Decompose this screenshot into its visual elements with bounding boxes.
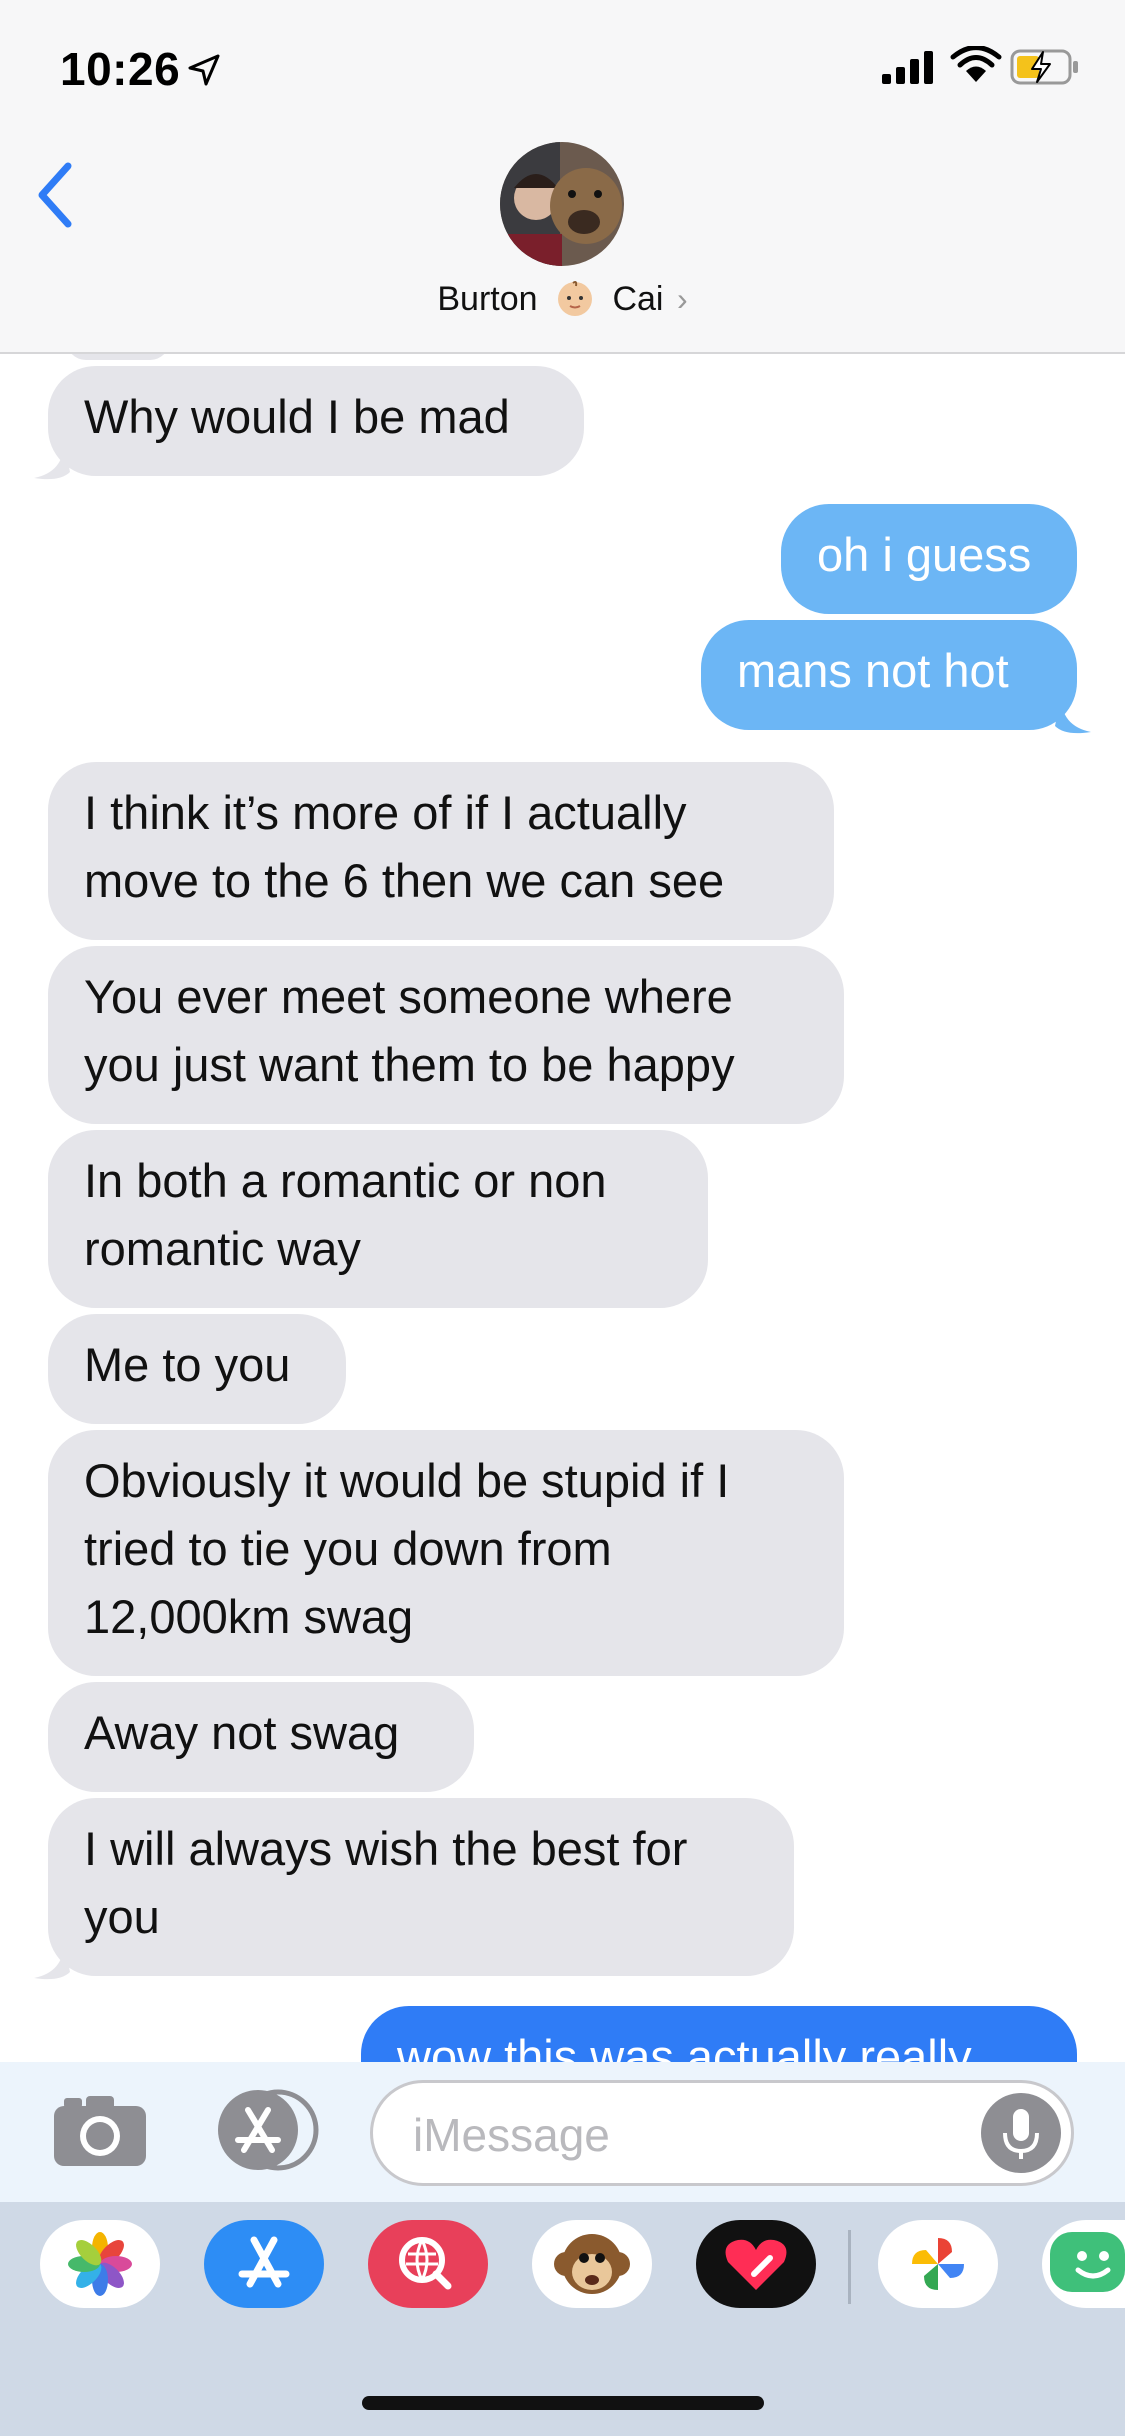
location-arrow-icon: [188, 54, 220, 86]
tray-divider: [848, 2230, 851, 2304]
microphone-icon[interactable]: [981, 2093, 1061, 2173]
composer-bar: [0, 2062, 1125, 2202]
app-store-icon[interactable]: [210, 2088, 320, 2172]
bubble-tail: [1055, 696, 1091, 734]
message-bubble-received[interactable]: Away not swag: [48, 1682, 474, 1792]
contact-name-first: Burton: [437, 279, 538, 318]
message-bubble-received[interactable]: I will always wish the best for you: [48, 1798, 794, 1976]
message-bubble-received[interactable]: You ever meet someone where you just wan…: [48, 946, 844, 1124]
message-bubble-received[interactable]: Why would I be mad: [48, 366, 584, 476]
message-bubble-received[interactable]: Me to you: [48, 1314, 346, 1424]
camera-icon[interactable]: [52, 2090, 148, 2170]
wifi-icon: [950, 46, 1002, 82]
web-search-app-icon[interactable]: [368, 2220, 488, 2308]
message-bubble-received[interactable]: In both a romantic or non romantic way: [48, 1130, 708, 1308]
message-bubble-sent[interactable]: oh i guess: [781, 504, 1077, 614]
contact-name[interactable]: Burton Cai ›: [0, 278, 1125, 324]
status-bar: 10:26: [0, 0, 1125, 130]
baby-emoji-icon: [558, 281, 593, 316]
partial-bubble: [66, 354, 170, 360]
message-bubble-sent[interactable]: wow this was actually really: [361, 2006, 1077, 2062]
bubble-tail: [34, 1942, 70, 1980]
chevron-right-icon: ›: [676, 280, 688, 317]
avatar[interactable]: [500, 142, 624, 266]
signal-icon: [882, 51, 933, 84]
bitmoji-icon[interactable]: [1042, 2220, 1125, 2308]
google-photos-icon[interactable]: [878, 2220, 998, 2308]
status-time: 10:26: [60, 43, 181, 95]
battery-charging-icon: [1010, 49, 1078, 85]
digital-touch-icon[interactable]: [696, 2220, 816, 2308]
message-bubble-received[interactable]: I think it’s more of if I actually move …: [48, 762, 834, 940]
photos-app-icon[interactable]: [40, 2220, 160, 2308]
animoji-monkey-icon[interactable]: [532, 2220, 652, 2308]
back-chevron-icon[interactable]: [30, 160, 80, 230]
home-indicator[interactable]: [362, 2396, 764, 2410]
imessage-field[interactable]: [370, 2080, 1074, 2186]
message-input[interactable]: [411, 2105, 955, 2165]
bubble-tail: [34, 442, 70, 480]
message-list[interactable]: Why would I be mad oh i guess mans not h…: [0, 354, 1125, 2062]
app-store-app-icon[interactable]: [204, 2220, 324, 2308]
message-bubble-sent[interactable]: mans not hot: [701, 620, 1077, 730]
contact-name-second: Cai: [612, 279, 664, 318]
message-bubble-received[interactable]: Obviously it would be stupid if I tried …: [48, 1430, 844, 1676]
